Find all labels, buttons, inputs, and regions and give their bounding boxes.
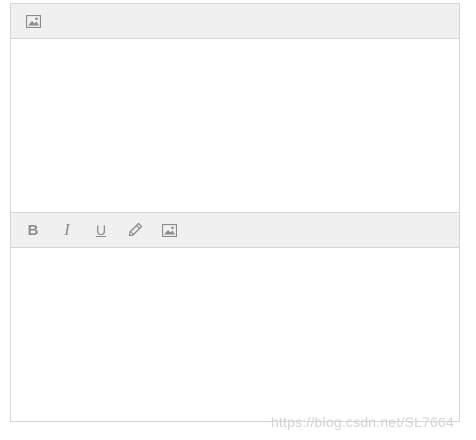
rich-text-editor-1 <box>10 3 460 213</box>
insert-image-button[interactable] <box>156 218 182 242</box>
underline-button[interactable]: U <box>88 218 114 242</box>
italic-icon: I <box>64 220 70 239</box>
watermark-text: https://blog.csdn.net/SL7664 <box>270 414 454 430</box>
editor-1-toolbar <box>11 4 459 39</box>
insert-image-button[interactable] <box>20 9 46 33</box>
italic-button[interactable]: I <box>54 218 80 242</box>
image-icon <box>25 14 41 28</box>
underline-icon: U <box>95 222 107 238</box>
bold-icon: B <box>27 221 39 239</box>
rich-text-editor-2: B I U <box>10 212 460 422</box>
pen-icon <box>127 222 143 238</box>
editor-2-toolbar: B I U <box>11 213 459 248</box>
image-icon <box>161 223 177 237</box>
bold-button[interactable]: B <box>20 218 46 242</box>
editor-2-content-area[interactable] <box>11 248 459 421</box>
highlight-pen-button[interactable] <box>122 218 148 242</box>
editor-1-content-area[interactable] <box>11 39 459 212</box>
